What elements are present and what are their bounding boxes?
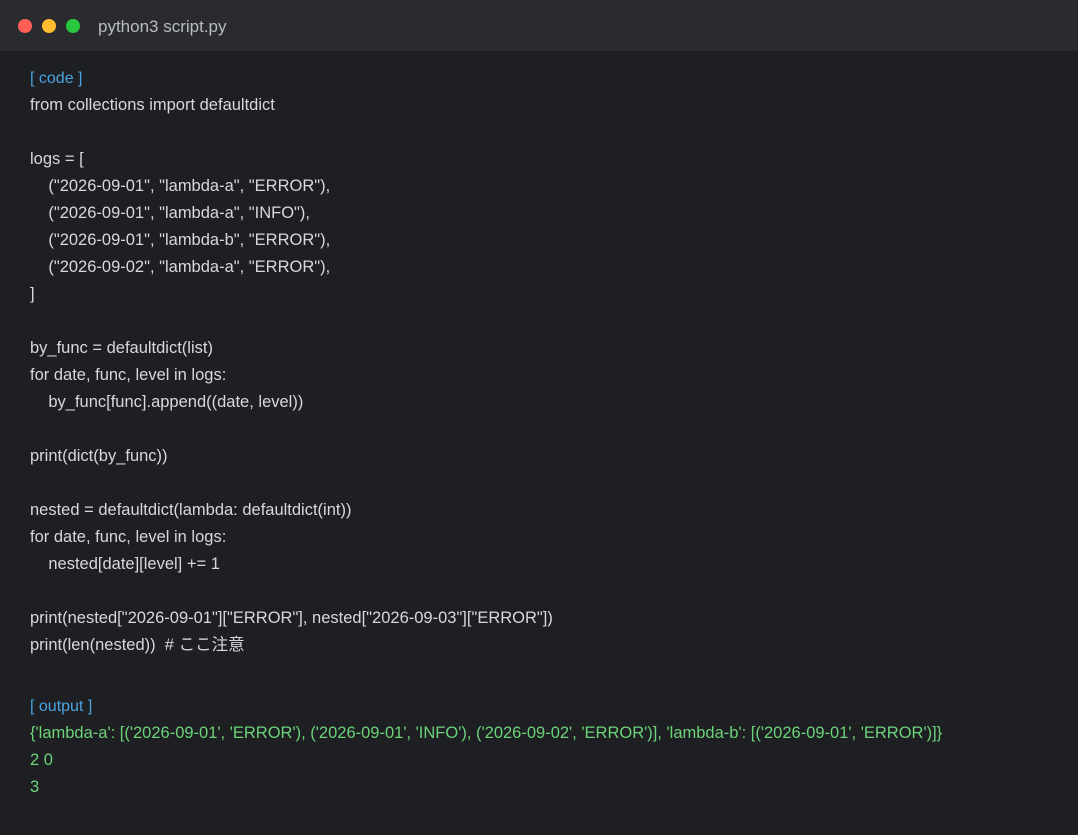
code-line: print(len(nested)) # ここ注意 bbox=[30, 636, 245, 654]
output-section-label: [ output ] bbox=[30, 698, 93, 715]
window-title: python3 script.py bbox=[98, 16, 227, 36]
code-line: nested[date][level] += 1 bbox=[30, 555, 220, 573]
minimize-window-button[interactable] bbox=[42, 18, 56, 33]
code-line: ("2026-09-01", "lambda-b", "ERROR"), bbox=[30, 231, 331, 249]
terminal-window: python3 script.py [ code ] from collecti… bbox=[0, 0, 1078, 835]
code-line: from collections import defaultdict bbox=[30, 96, 275, 114]
title-bar: python3 script.py bbox=[0, 0, 1078, 51]
code-section-label: [ code ] bbox=[30, 70, 83, 87]
terminal-content: [ code ] from collections import default… bbox=[0, 51, 1078, 801]
code-line: print(nested["2026-09-01"]["ERROR"], nes… bbox=[30, 609, 553, 627]
code-line: by_func[func].append((date, level)) bbox=[30, 393, 304, 411]
code-line: logs = [ bbox=[30, 150, 84, 168]
output-line: 2 0 bbox=[30, 751, 53, 769]
output-block: {'lambda-a': [('2026-09-01', 'ERROR'), (… bbox=[30, 720, 1048, 801]
window-controls bbox=[18, 18, 80, 33]
code-line: ("2026-09-01", "lambda-a", "ERROR"), bbox=[30, 177, 331, 195]
code-line: by_func = defaultdict(list) bbox=[30, 339, 213, 357]
code-line: ] bbox=[30, 285, 35, 303]
code-line: for date, func, level in logs: bbox=[30, 528, 227, 546]
output-line: {'lambda-a': [('2026-09-01', 'ERROR'), (… bbox=[30, 724, 943, 742]
close-window-button[interactable] bbox=[18, 18, 32, 33]
code-line: ("2026-09-01", "lambda-a", "INFO"), bbox=[30, 204, 310, 222]
output-line: 3 bbox=[30, 778, 40, 796]
code-line: ("2026-09-02", "lambda-a", "ERROR"), bbox=[30, 258, 331, 276]
code-line: nested = defaultdict(lambda: defaultdict… bbox=[30, 501, 352, 519]
maximize-window-button[interactable] bbox=[66, 18, 80, 33]
code-line: print(dict(by_func)) bbox=[30, 447, 168, 465]
code-block: from collections import defaultdict logs… bbox=[30, 92, 1048, 659]
code-line: for date, func, level in logs: bbox=[30, 366, 227, 384]
